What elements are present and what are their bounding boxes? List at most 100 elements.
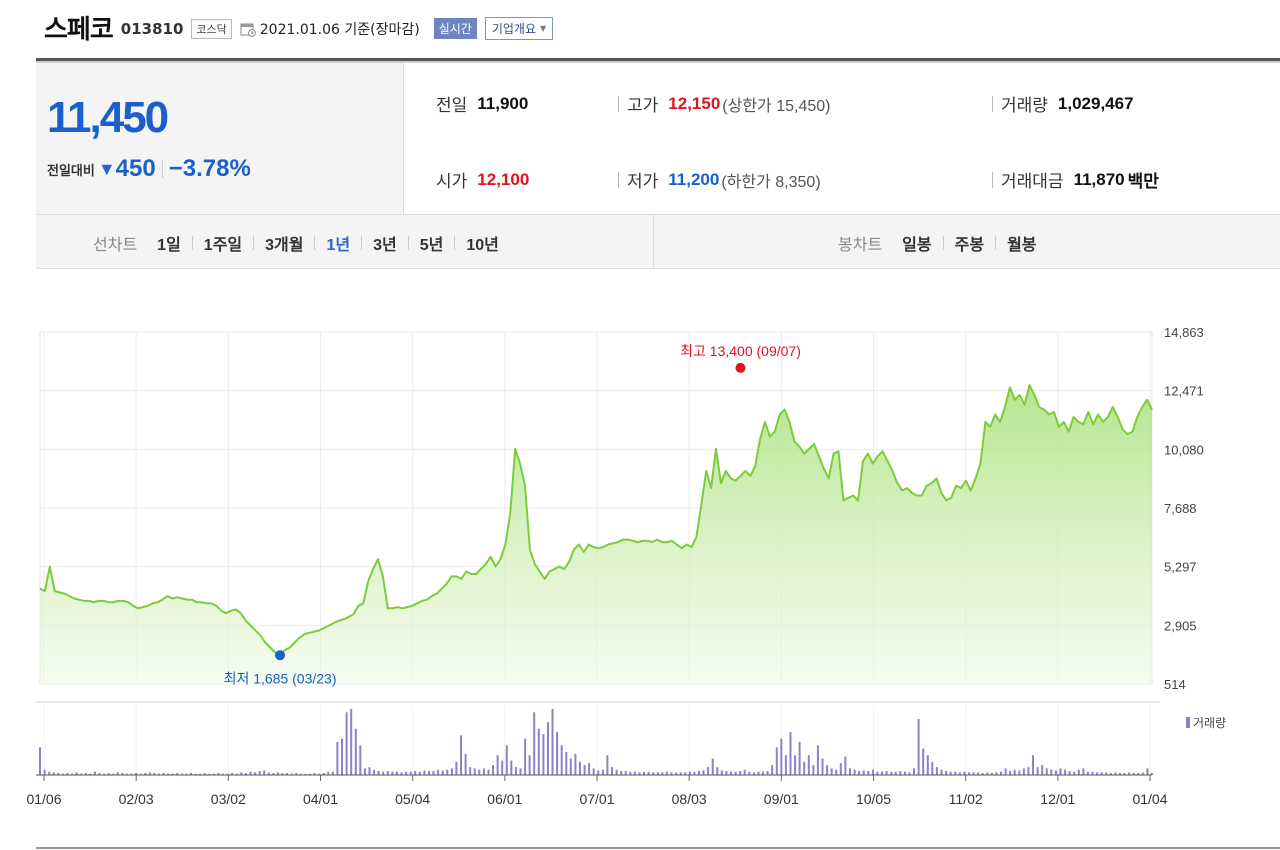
- realtime-button[interactable]: 실시간: [433, 18, 477, 39]
- volume-bar: [1068, 771, 1071, 775]
- volume-bar: [1050, 769, 1053, 775]
- volume-bar: [601, 769, 604, 775]
- divider: [653, 215, 654, 268]
- stat-low: 저가 11,200 (하한가 8,350): [618, 167, 821, 192]
- change-percent: −3.78%: [168, 155, 251, 182]
- period-3y[interactable]: 3년: [373, 231, 397, 255]
- volume-bar: [1022, 768, 1025, 775]
- stat-value: 11,870: [1073, 169, 1125, 189]
- volume-bar: [922, 748, 925, 775]
- stat-open: 시가 12,100: [436, 167, 529, 192]
- volume-chart: 거래량: [39, 709, 1226, 775]
- volume-bar: [780, 738, 783, 775]
- divider: [36, 847, 1280, 849]
- volume-bar: [885, 771, 888, 775]
- volume-bar: [1045, 768, 1048, 775]
- stat-label: 저가: [627, 172, 659, 191]
- period-5y[interactable]: 5년: [420, 231, 444, 255]
- volume-bar: [588, 763, 591, 775]
- x-tick-label: 03/02: [211, 791, 246, 807]
- high-marker: [735, 362, 746, 373]
- volume-bar: [917, 718, 920, 775]
- volume-bar: [469, 767, 472, 775]
- volume-bar: [839, 763, 842, 775]
- volume-bar: [501, 760, 504, 775]
- volume-bar: [1054, 770, 1057, 775]
- stat-sub: (상한가 15,450): [722, 97, 831, 115]
- x-tick-label: 01/06: [26, 791, 61, 807]
- period-1d[interactable]: 1일: [157, 231, 181, 255]
- divider: [992, 95, 993, 112]
- divider: [314, 236, 316, 250]
- stat-label: 고가: [627, 96, 659, 115]
- x-tick-label: 04/01: [303, 791, 338, 807]
- volume-bar: [341, 738, 343, 775]
- volume-bar: [579, 761, 581, 775]
- volume-bar: [363, 768, 366, 775]
- corp-overview-dropdown[interactable]: 기업개요 ▼: [484, 17, 554, 40]
- candle-chart-periods: 봉차트 일봉 주봉 월봉: [838, 231, 1037, 255]
- volume-bar: [702, 770, 705, 775]
- period-10y[interactable]: 10년: [466, 231, 499, 255]
- volume-bar: [725, 771, 728, 775]
- volume-bar: [1146, 768, 1149, 775]
- stat-value: 11,200: [668, 169, 720, 189]
- y-tick-label: 514: [1164, 677, 1186, 692]
- volume-bar: [775, 747, 778, 775]
- volume-bar: [1027, 767, 1030, 775]
- volume-bar: [510, 760, 513, 775]
- candle-monthly[interactable]: 월봉: [1007, 231, 1036, 255]
- volume-bar: [482, 768, 485, 775]
- volume-bar: [935, 767, 938, 775]
- volume-bar: [844, 756, 847, 775]
- low-marker: [275, 650, 286, 661]
- chart-area-layer: [39, 384, 1153, 684]
- volume-bar: [620, 771, 623, 775]
- divider: [161, 160, 163, 178]
- volume-bar: [1009, 771, 1012, 775]
- volume-bar: [1077, 769, 1080, 775]
- candle-weekly[interactable]: 주봉: [955, 231, 984, 255]
- volume-bar: [743, 769, 746, 775]
- volume-bar: [336, 742, 339, 775]
- volume-bar: [830, 768, 833, 775]
- volume-bar: [821, 758, 824, 775]
- period-selector: 선차트 1일 1주일 3개월 1년 3년 5년 10년 봉차트 일봉 주봉 월봉: [36, 214, 1280, 269]
- volume-bar: [373, 769, 376, 775]
- volume-bar: [519, 768, 522, 775]
- divider: [191, 236, 193, 250]
- period-1y[interactable]: 1년: [326, 231, 350, 255]
- change-amount: 450: [115, 155, 156, 182]
- stat-value: 1,029,467: [1057, 93, 1134, 113]
- volume-bar: [698, 771, 700, 775]
- compare-label: 전일대비: [47, 162, 95, 178]
- volume-bar: [569, 758, 572, 775]
- volume-bar: [423, 770, 426, 775]
- divider: [407, 236, 409, 250]
- x-tick-label: 12/01: [1040, 791, 1075, 807]
- period-1w[interactable]: 1주일: [204, 231, 242, 255]
- stat-sub: (하한가 8,350): [721, 173, 821, 191]
- volume-bar: [807, 755, 810, 775]
- calendar-clock-icon: [240, 22, 256, 37]
- candle-daily[interactable]: 일봉: [902, 231, 931, 255]
- period-3m[interactable]: 3개월: [265, 231, 303, 255]
- volume-bar: [528, 755, 531, 775]
- volume-bar: [441, 770, 444, 775]
- volume-bar: [931, 761, 934, 775]
- volume-bar: [1036, 767, 1039, 775]
- x-tick-label: 09/01: [764, 791, 799, 807]
- stat-label: 시가: [436, 172, 468, 191]
- divider: [995, 236, 997, 250]
- volume-bar: [377, 771, 380, 775]
- volume-bar: [460, 735, 462, 775]
- chevron-down-icon: ▼: [540, 24, 547, 33]
- stat-prev: 전일 11,900: [436, 91, 528, 116]
- volume-bar: [606, 755, 609, 775]
- volume-bar: [899, 771, 902, 775]
- volume-legend-label: 거래량: [1193, 716, 1226, 730]
- volume-bar: [350, 709, 353, 775]
- divider: [992, 171, 993, 188]
- volume-bar: [455, 761, 458, 775]
- volume-bar: [496, 755, 499, 775]
